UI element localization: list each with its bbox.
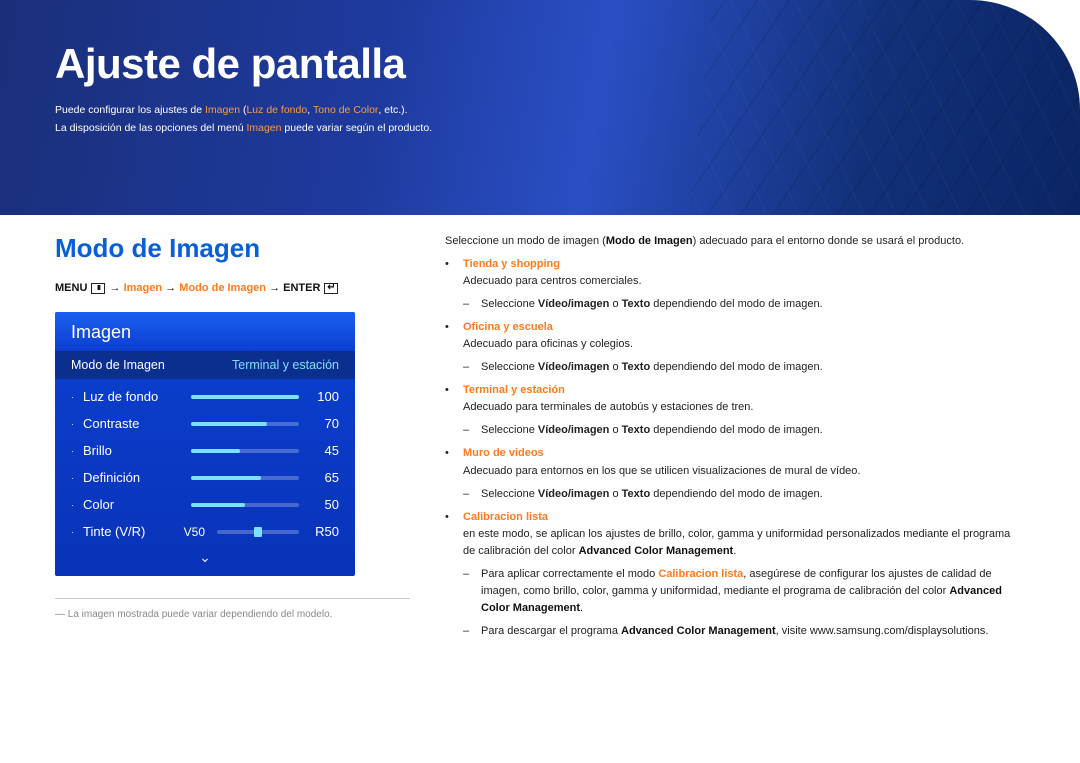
slider[interactable]	[191, 422, 299, 426]
tint-slider[interactable]	[217, 530, 299, 534]
intro-line: Seleccione un modo de imagen (Modo de Im…	[445, 233, 1025, 250]
osd-row-label: Brillo	[83, 443, 183, 458]
divider	[55, 598, 410, 599]
osd-row-label: Definición	[83, 470, 183, 485]
osd-panel: Imagen Modo de Imagen Terminal y estació…	[55, 312, 355, 576]
section-heading: Modo de Imagen	[55, 233, 405, 264]
slider[interactable]	[191, 503, 299, 507]
bullet-icon: ·	[71, 419, 83, 429]
osd-row-value: 45	[307, 443, 339, 458]
bullet-icon: ·	[71, 392, 83, 402]
mode-item: •Oficina y escuelaAdecuado para oficinas…	[445, 319, 1025, 353]
menu-icon: III	[91, 283, 105, 294]
osd-rows: ·Luz de fondo100·Contraste70·Brillo45·De…	[55, 379, 355, 518]
osd-sel-label: Modo de Imagen	[71, 358, 165, 372]
mode-sub: ‒Seleccione Vídeo/imagen o Texto dependi…	[463, 422, 1025, 439]
bullet-icon: ·	[71, 446, 83, 456]
hero-banner: Ajuste de pantalla Puede configurar los …	[0, 0, 1080, 215]
osd-row-label: Luz de fondo	[83, 389, 183, 404]
mode-calibracion: • Calibracion lista en este modo, se apl…	[445, 509, 1025, 560]
mode-sub: ‒Seleccione Vídeo/imagen o Texto dependi…	[463, 359, 1025, 376]
modes-list: •Tienda y shoppingAdecuado para centros …	[445, 256, 1025, 503]
enter-icon	[324, 283, 338, 294]
mode-name: Tienda y shopping	[463, 258, 560, 270]
calib-sub1: ‒ Para aplicar correctamente el modo Cal…	[463, 566, 1025, 617]
osd-row-label: Color	[83, 497, 183, 512]
mode-desc: Adecuado para terminales de autobús y es…	[463, 401, 753, 413]
osd-row-value: 65	[307, 470, 339, 485]
osd-row[interactable]: ·Luz de fondo 100	[55, 383, 355, 410]
hero-title: Ajuste de pantalla	[55, 40, 1080, 88]
osd-row[interactable]: ·Contraste 70	[55, 410, 355, 437]
osd-title: Imagen	[55, 312, 355, 351]
slider[interactable]	[191, 395, 299, 399]
mode-item: •Muro de videosAdecuado para entornos en…	[445, 445, 1025, 479]
slider[interactable]	[191, 476, 299, 480]
mode-item: •Terminal y estaciónAdecuado para termin…	[445, 382, 1025, 416]
mode-name: Muro de videos	[463, 447, 544, 459]
mode-sub: ‒Seleccione Vídeo/imagen o Texto dependi…	[463, 486, 1025, 503]
osd-sel-value: Terminal y estación	[232, 358, 339, 372]
mode-name: Terminal y estación	[463, 384, 565, 396]
left-column: Modo de Imagen MENU III → Imagen → Modo …	[55, 233, 405, 640]
osd-row-value: 70	[307, 416, 339, 431]
menu-path: MENU III → Imagen → Modo de Imagen → ENT…	[55, 282, 405, 294]
chevron-down-icon[interactable]: ⌄	[55, 545, 355, 576]
osd-row[interactable]: ·Color 50	[55, 491, 355, 518]
mode-desc: Adecuado para oficinas y colegios.	[463, 338, 633, 350]
osd-row[interactable]: ·Definición 65	[55, 464, 355, 491]
mode-item: •Tienda y shoppingAdecuado para centros …	[445, 256, 1025, 290]
slider[interactable]	[191, 449, 299, 453]
mode-sub: ‒Seleccione Vídeo/imagen o Texto dependi…	[463, 296, 1025, 313]
bullet-icon: ·	[71, 500, 83, 510]
hero-line2: La disposición de las opciones del menú …	[55, 120, 1080, 138]
footnote: ― La imagen mostrada puede variar depend…	[55, 609, 405, 620]
right-column: Seleccione un modo de imagen (Modo de Im…	[445, 233, 1025, 640]
osd-row[interactable]: ·Brillo 45	[55, 437, 355, 464]
osd-row-tint[interactable]: · Tinte (V/R) V50 R50	[55, 518, 355, 545]
mode-desc: Adecuado para entornos en los que se uti…	[463, 465, 860, 477]
osd-row-value: 50	[307, 497, 339, 512]
osd-row-value: 100	[307, 389, 339, 404]
mode-desc: Adecuado para centros comerciales.	[463, 275, 642, 287]
calib-sub2: ‒ Para descargar el programa Advanced Co…	[463, 623, 1025, 640]
mode-name: Oficina y escuela	[463, 321, 553, 333]
bullet-icon: ·	[71, 527, 83, 537]
osd-row-label: Contraste	[83, 416, 183, 431]
hero-line1: Puede configurar los ajustes de Imagen (…	[55, 102, 1080, 120]
bullet-icon: ·	[71, 473, 83, 483]
osd-selected-row[interactable]: Modo de Imagen Terminal y estación	[55, 351, 355, 379]
